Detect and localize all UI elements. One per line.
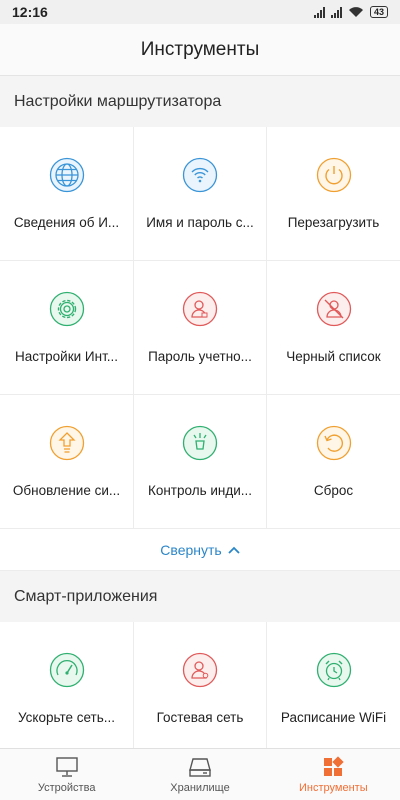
gear-icon [49, 291, 84, 327]
tool-indicator-control[interactable]: Контроль инди... [134, 395, 267, 529]
tool-label: Перезагрузить [287, 215, 380, 230]
nav-tools-label: Инструменты [299, 781, 368, 794]
tool-wifi-schedule[interactable]: Расписание WiFi [267, 622, 400, 756]
smart-section-title: Смарт-приложения [0, 571, 400, 622]
tool-label: Имя и пароль с... [146, 215, 254, 230]
status-bar: 12:16 43 [0, 0, 400, 24]
signal-icon-2 [330, 6, 342, 18]
tools-grid-icon [324, 755, 344, 776]
nav-devices[interactable]: Устройства [0, 749, 133, 800]
tool-reset[interactable]: Сброс [267, 395, 400, 529]
router-section-title: Настройки маршрутизатора [0, 76, 400, 127]
tool-label: Контроль инди... [147, 483, 253, 498]
monitor-icon [55, 756, 78, 777]
router-tools-grid: Сведения об И... Имя и пароль с... Перез… [0, 127, 400, 529]
tool-internet-info[interactable]: Сведения об И... [0, 127, 134, 261]
collapse-label: Свернуть [160, 541, 222, 558]
collapse-button[interactable]: Свернуть [0, 529, 400, 571]
tool-label: Сброс [313, 483, 354, 498]
tool-label: Ускорьте сеть... [17, 710, 116, 725]
bottom-nav: Устройства Хранилище Инструменты [0, 748, 400, 800]
tool-label: Черный список [286, 349, 381, 364]
tool-label: Сведения об И... [13, 215, 120, 230]
nav-tools[interactable]: Инструменты [267, 749, 400, 800]
page-title: Инструменты [140, 38, 260, 60]
tool-system-update[interactable]: Обновление си... [0, 395, 134, 529]
tool-label: Обновление си... [12, 483, 121, 498]
speedometer-icon [49, 652, 84, 688]
hard-drive-icon [189, 757, 211, 777]
battery-icon: 43 [369, 6, 388, 18]
reset-icon [316, 425, 351, 461]
chevron-up-icon [228, 546, 240, 554]
tool-account-password[interactable]: Пароль учетно... [134, 261, 267, 395]
tool-speed-up-network[interactable]: Ускорьте сеть... [0, 622, 134, 756]
tool-label: Гостевая сеть [156, 710, 244, 725]
guest-user-icon [182, 652, 218, 688]
tool-label: Пароль учетно... [148, 349, 252, 364]
indicator-icon [182, 425, 218, 461]
tool-guest-network[interactable]: Гостевая сеть [134, 622, 267, 756]
user-blocked-icon [316, 291, 351, 327]
tool-blacklist[interactable]: Черный список [267, 261, 400, 395]
nav-devices-label: Устройства [37, 781, 96, 794]
power-icon [316, 157, 351, 193]
status-icons: 43 [313, 6, 388, 18]
smart-apps-grid: Ускорьте сеть... Гостевая сеть Расписани… [0, 622, 400, 756]
globe-icon [49, 157, 84, 193]
nav-storage-label: Хранилище [170, 781, 230, 794]
nav-storage[interactable]: Хранилище [133, 749, 266, 800]
status-time: 12:16 [12, 4, 48, 20]
upgrade-icon [49, 425, 84, 461]
wifi-status-icon [348, 7, 363, 17]
tool-wifi-name-password[interactable]: Имя и пароль с... [134, 127, 267, 261]
tool-reboot[interactable]: Перезагрузить [267, 127, 400, 261]
tool-label: Настройки Инт... [14, 349, 119, 364]
alarm-clock-icon [316, 652, 351, 688]
tool-internet-settings[interactable]: Настройки Инт... [0, 261, 134, 395]
tool-label: Расписание WiFi [280, 710, 387, 725]
user-lock-icon [182, 291, 218, 327]
signal-icon [313, 6, 325, 18]
page-header: Инструменты [0, 24, 400, 76]
wifi-icon [182, 157, 218, 193]
